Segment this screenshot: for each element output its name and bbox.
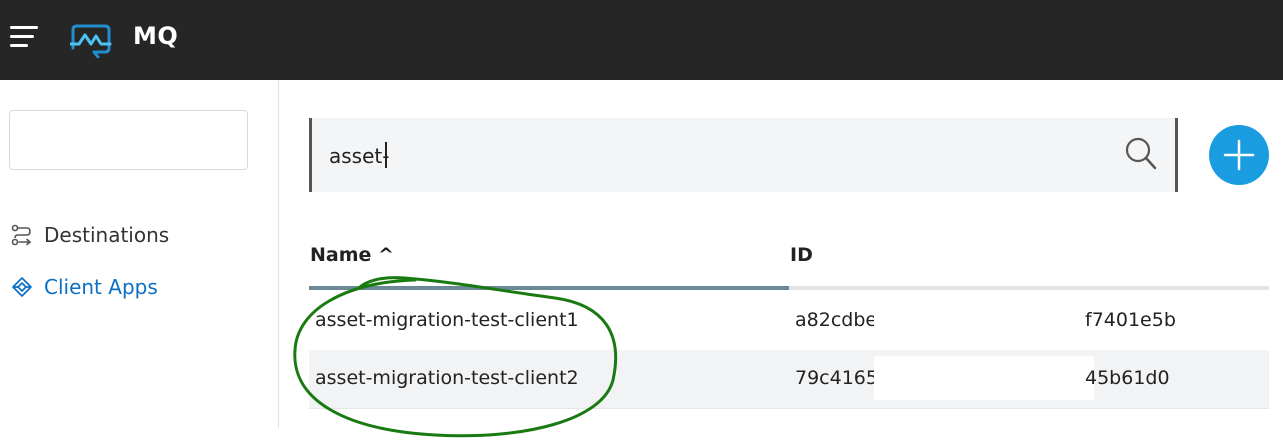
client-apps-icon [12, 277, 32, 297]
client-id-cell-start: 79c4165 [795, 367, 878, 389]
search-bar [309, 118, 1178, 192]
column-header-id[interactable]: ID [790, 244, 813, 266]
sidebar-search-box[interactable] [9, 110, 248, 170]
client-name-cell: asset-migration-test-client1 [315, 309, 579, 331]
top-app-bar: MQ [0, 0, 1283, 80]
client-name-cell: asset-migration-test-client2 [315, 367, 579, 389]
app-title: MQ [133, 22, 179, 50]
search-input[interactable] [327, 140, 1111, 172]
sidebar-item-client-apps[interactable]: Client Apps [10, 273, 158, 301]
hamburger-menu-icon[interactable] [10, 24, 40, 50]
sidebar-item-label: Destinations [44, 223, 170, 247]
redaction-block [874, 298, 1074, 342]
column-header-name[interactable]: Name ^ [310, 244, 394, 266]
text-cursor [385, 142, 387, 168]
plus-icon [1223, 139, 1255, 171]
client-id-cell-end: 45b61d0 [1085, 367, 1170, 389]
sidebar-item-destinations[interactable]: Destinations [10, 221, 169, 249]
search-icon[interactable] [1124, 136, 1158, 172]
client-id-cell-start: a82cdbe [795, 309, 878, 331]
sidebar: Destinations Client Apps [0, 80, 279, 428]
sidebar-item-label: Client Apps [44, 275, 158, 299]
table-row[interactable]: asset-migration-test-client1 a82cdbe f74… [309, 292, 1269, 351]
add-client-app-button[interactable] [1209, 125, 1269, 185]
sort-indicator-line [309, 286, 789, 290]
client-id-cell-end: f7401e5b [1085, 309, 1176, 331]
mq-logo-icon [70, 24, 112, 58]
route-icon [11, 224, 32, 246]
redaction-block [874, 356, 1094, 400]
table-row[interactable]: asset-migration-test-client2 79c4165 45b… [309, 350, 1269, 409]
